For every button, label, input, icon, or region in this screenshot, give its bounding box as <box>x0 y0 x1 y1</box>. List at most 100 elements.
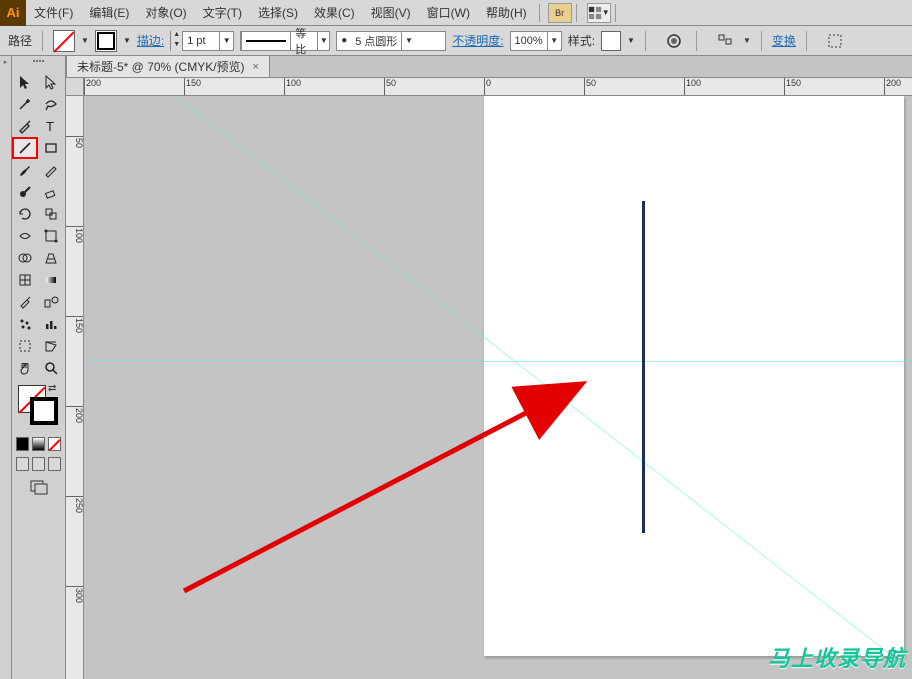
slice-icon <box>43 338 59 354</box>
ruler-horizontal[interactable]: 20015010050050100150200 <box>84 78 912 96</box>
tool-gradient[interactable] <box>38 269 64 291</box>
draw-inside[interactable] <box>48 457 61 471</box>
eyedropper-icon <box>17 294 33 310</box>
tool-scale[interactable] <box>38 203 64 225</box>
tool-blob-brush[interactable] <box>12 181 38 203</box>
stroke-width-combo[interactable]: ▲ ▼ 1 pt ▼ <box>170 31 234 51</box>
opacity-panel-link[interactable]: 不透明度: <box>452 32 503 49</box>
menu-object[interactable]: 对象(O) <box>137 0 194 26</box>
guide-horizontal[interactable] <box>84 361 912 362</box>
isolate-button[interactable] <box>823 31 847 51</box>
tab-close-button[interactable]: × <box>253 61 259 73</box>
profile-combo[interactable]: 等比 ▼ <box>240 31 330 51</box>
color-gradient[interactable] <box>32 437 45 451</box>
selection-icon <box>17 74 33 90</box>
tool-shape-builder[interactable] <box>12 247 38 269</box>
tool-hand[interactable] <box>12 357 38 379</box>
tool-mesh[interactable] <box>12 269 38 291</box>
stroke-color[interactable] <box>30 397 58 425</box>
tool-rotate[interactable] <box>12 203 38 225</box>
tool-lasso[interactable] <box>38 93 64 115</box>
chevron-down-icon[interactable]: ▼ <box>219 32 233 50</box>
stepper-down[interactable]: ▼ <box>171 41 183 51</box>
tool-zoom[interactable] <box>38 357 64 379</box>
stroke-dropdown-arrow[interactable]: ▼ <box>123 36 131 45</box>
ruler-tick: 200 <box>84 78 101 96</box>
tool-direct-selection[interactable] <box>38 71 64 93</box>
transform-panel-link[interactable]: 变换 <box>772 32 796 49</box>
draw-behind[interactable] <box>32 457 45 471</box>
tool-pen[interactable] <box>12 115 38 137</box>
color-solid[interactable] <box>16 437 29 451</box>
separator <box>539 4 540 22</box>
tool-eraser[interactable] <box>38 181 64 203</box>
color-none[interactable] <box>48 437 61 451</box>
recolor-artwork-button[interactable] <box>662 31 686 51</box>
object-type-label: 路径 <box>8 32 32 49</box>
separator <box>761 31 762 51</box>
menu-help[interactable]: 帮助(H) <box>478 0 535 26</box>
tool-free-transform[interactable] <box>38 225 64 247</box>
type-icon: T <box>43 118 59 134</box>
tool-symbol-sprayer[interactable] <box>12 313 38 335</box>
canvas-stage[interactable] <box>84 96 912 679</box>
stroke-swatch[interactable] <box>95 30 117 52</box>
stroke-width-value[interactable]: 1 pt <box>183 35 219 47</box>
tool-slice[interactable] <box>38 335 64 357</box>
chevron-down-icon[interactable]: ▼ <box>547 32 561 50</box>
draw-normal[interactable] <box>16 457 29 471</box>
stepper-up[interactable]: ▲ <box>171 31 183 41</box>
menu-window[interactable]: 窗口(W) <box>419 0 478 26</box>
align-dropdown-arrow[interactable]: ▼ <box>743 36 751 45</box>
menu-edit[interactable]: 编辑(E) <box>81 0 137 26</box>
fill-dropdown-arrow[interactable]: ▼ <box>81 36 89 45</box>
menu-type[interactable]: 文字(T) <box>195 0 250 26</box>
tool-paintbrush[interactable] <box>12 159 38 181</box>
arrange-documents-button[interactable]: ▼ <box>587 3 611 23</box>
menu-effect[interactable]: 效果(C) <box>306 0 363 26</box>
tool-width[interactable] <box>12 225 38 247</box>
perspective-icon <box>43 250 59 266</box>
opacity-combo[interactable]: 100% ▼ <box>510 31 562 51</box>
chevron-down-icon[interactable]: ▼ <box>401 32 415 50</box>
menu-file[interactable]: 文件(F) <box>26 0 81 26</box>
chevron-down-icon[interactable]: ▼ <box>317 32 329 50</box>
menu-view[interactable]: 视图(V) <box>363 0 419 26</box>
zoom-icon <box>43 360 59 376</box>
tool-line-segment[interactable] <box>12 137 38 159</box>
tool-pencil[interactable] <box>38 159 64 181</box>
ruler-origin[interactable] <box>66 78 84 96</box>
stroke-panel-link[interactable]: 描边: <box>137 32 164 49</box>
ruler-vertical[interactable]: 50100150200250300 <box>66 96 84 679</box>
swap-fill-stroke[interactable]: ⇄ <box>48 383 56 394</box>
fill-swatch[interactable] <box>53 30 75 52</box>
tool-graph[interactable] <box>38 313 64 335</box>
tool-blend[interactable] <box>38 291 64 313</box>
opacity-value[interactable]: 100% <box>511 35 547 47</box>
brush-combo[interactable]: ● 5 点圆形 ▼ <box>336 31 446 51</box>
symbol-sprayer-icon <box>17 316 33 332</box>
ruler-tick: 100 <box>684 78 701 96</box>
screen-mode-button[interactable] <box>12 479 65 495</box>
tool-perspective[interactable] <box>38 247 64 269</box>
tool-magic-wand[interactable] <box>12 93 38 115</box>
separator <box>806 31 807 51</box>
tool-artboard[interactable] <box>12 335 38 357</box>
tool-eyedropper[interactable] <box>12 291 38 313</box>
tool-selection[interactable] <box>12 71 38 93</box>
app-logo: Ai <box>0 0 26 26</box>
menu-select[interactable]: 选择(S) <box>250 0 306 26</box>
tool-type[interactable]: T <box>38 115 64 137</box>
ruler-tick: 200 <box>884 78 901 96</box>
bridge-button[interactable]: Br <box>548 3 572 23</box>
graphic-style-swatch[interactable] <box>601 31 621 51</box>
align-button[interactable] <box>713 31 737 51</box>
panel-grip[interactable] <box>12 60 65 68</box>
style-dropdown-arrow[interactable]: ▼ <box>627 36 635 45</box>
document-tab[interactable]: 未标题-5* @ 70% (CMYK/预览) × <box>66 55 270 77</box>
ruler-tick: 0 <box>484 78 491 96</box>
tool-rectangle[interactable] <box>38 137 64 159</box>
panel-collapse-strip[interactable]: ▸ <box>0 56 12 679</box>
artboard-icon <box>17 338 33 354</box>
path-object[interactable] <box>642 201 645 533</box>
